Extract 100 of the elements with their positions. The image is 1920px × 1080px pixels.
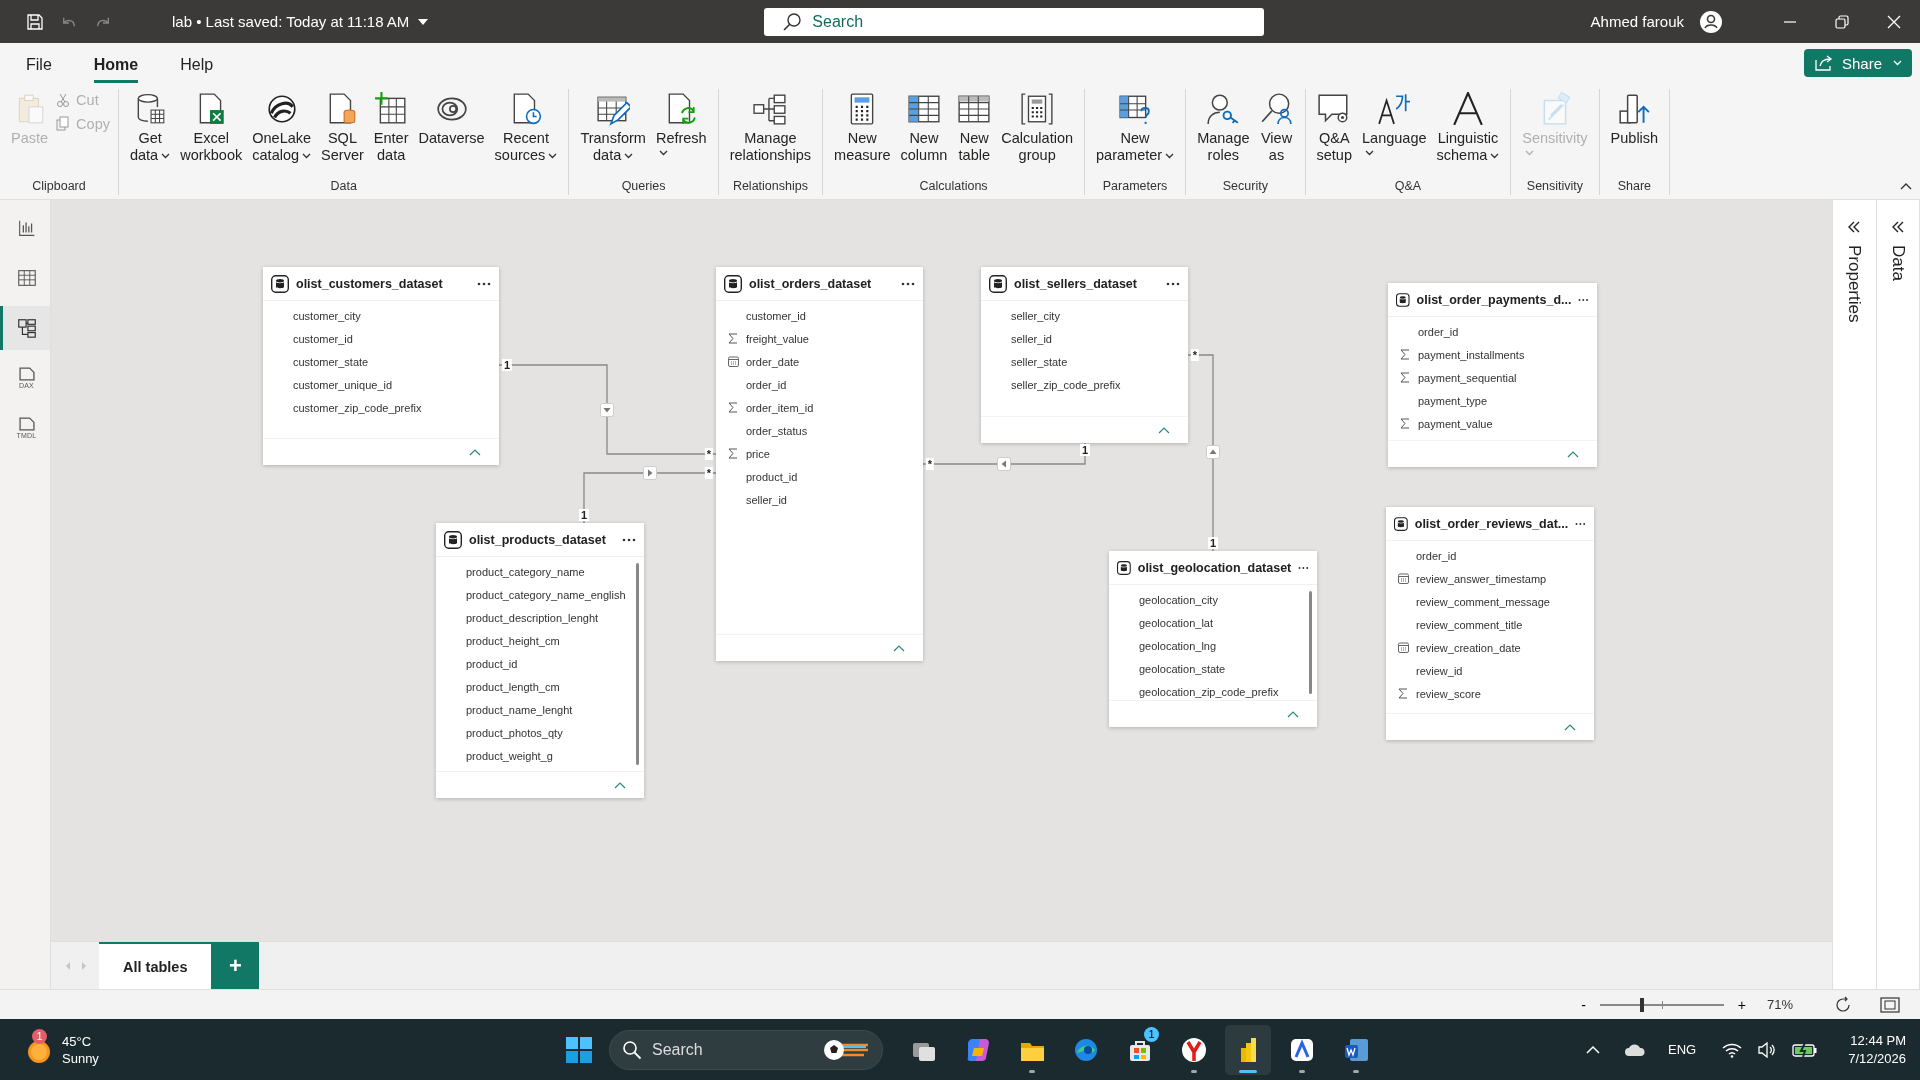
field-name[interactable]: product_weight_g <box>466 749 553 762</box>
field-name[interactable]: order_id <box>1416 549 1457 562</box>
table-name: olist_sellers_dataset <box>1014 276 1138 291</box>
clock-time[interactable]: 12:44 PM <box>1850 1031 1906 1050</box>
field-name[interactable]: geolocation_lat <box>1139 616 1213 629</box>
taskbar-search[interactable]: Search <box>609 1029 883 1070</box>
table-card[interactable]: olist_sellers_dataset seller_city seller_id seller_state seller_zip_code_prefix <box>981 267 1188 443</box>
field-name[interactable]: product_description_lenght <box>466 611 599 624</box>
table-card[interactable]: olist_customers_dataset customer_city customer_id customer_state customer_unique_id customer_zip_code_prefix <box>263 267 499 465</box>
ribbon-button[interactable]: Linguistic schema <box>1431 89 1505 166</box>
field-name[interactable]: geolocation_lng <box>1139 639 1217 652</box>
relationship-line[interactable] <box>922 442 1086 465</box>
input-language[interactable]: ENG <box>1668 1042 1697 1057</box>
add-page-button[interactable]: + <box>211 942 260 989</box>
field-name[interactable]: payment_installments <box>1418 348 1525 361</box>
ribbon-button[interactable]: Transform data <box>575 89 651 166</box>
field-name[interactable]: seller_zip_code_prefix <box>1011 378 1121 391</box>
field-name[interactable]: review_comment_message <box>1416 595 1550 608</box>
ribbon-button[interactable]: New parameter <box>1091 89 1180 166</box>
pane-title[interactable]: Properties <box>1840 245 1869 323</box>
save-icon <box>25 11 45 32</box>
ribbon-button[interactable]: Recent sources <box>489 89 563 166</box>
field-name[interactable]: order_item_id <box>746 401 814 414</box>
field-name[interactable]: price <box>746 447 770 460</box>
ribbon-button[interactable]: Language <box>1357 89 1432 158</box>
scrollbar[interactable] <box>1309 591 1312 694</box>
notification-badge: 1 <box>1144 1026 1159 1042</box>
field-name[interactable]: geolocation_city <box>1139 593 1218 606</box>
field-name[interactable]: order_id <box>1418 325 1459 338</box>
field-name[interactable]: product_name_lenght <box>466 703 573 716</box>
ribbon-button[interactable]: New column <box>895 89 953 166</box>
field-name[interactable]: customer_id <box>293 332 353 345</box>
field-name[interactable]: product_length_cm <box>466 680 560 693</box>
ribbon-button[interactable]: Manage roles <box>1192 89 1255 166</box>
field-name[interactable]: customer_unique_id <box>293 378 393 391</box>
field-name[interactable]: product_id <box>746 470 798 483</box>
field-name[interactable]: geolocation_zip_code_prefix <box>1139 685 1279 698</box>
field-name[interactable]: product_photos_qty <box>466 726 563 739</box>
field-name[interactable]: customer_zip_code_prefix <box>293 401 422 414</box>
field-name[interactable]: order_status <box>746 424 808 437</box>
field-name[interactable]: product_id <box>466 657 518 670</box>
scrollbar[interactable] <box>636 563 639 765</box>
field-name[interactable]: review_answer_timestamp <box>1416 572 1547 585</box>
slider-thumb[interactable] <box>1639 997 1644 1012</box>
ribbon-button[interactable]: Q&A setup <box>1311 89 1357 166</box>
ribbon-button[interactable]: Manage relationships <box>724 89 817 166</box>
menu-tab[interactable]: Home <box>93 47 139 83</box>
ribbon-button[interactable]: New table <box>952 89 997 166</box>
field-name[interactable]: product_category_name <box>466 565 585 578</box>
field-name[interactable]: product_category_name_english <box>466 588 626 601</box>
field-name[interactable]: customer_id <box>746 309 806 322</box>
taskbar-app[interactable]: 1 <box>1117 1024 1163 1075</box>
field-name[interactable]: seller_city <box>1011 309 1060 322</box>
field-name[interactable]: customer_city <box>293 309 361 322</box>
field-name[interactable]: review_creation_date <box>1416 641 1521 654</box>
ribbon-button[interactable]: Refresh <box>650 89 712 158</box>
field-name[interactable]: order_date <box>746 355 800 368</box>
field-name[interactable]: payment_sequential <box>1418 371 1517 384</box>
field-name[interactable]: seller_id <box>1011 332 1052 345</box>
table-icon <box>989 274 1007 293</box>
field-name[interactable]: customer_state <box>293 355 369 368</box>
ribbon-button[interactable]: New measure <box>829 89 896 166</box>
page-tab[interactable]: All tables <box>99 942 212 989</box>
ribbon-button[interactable]: Get data <box>124 89 176 166</box>
table-card[interactable]: olist_order_reviews_dat... order_id review_answer_timestamp review_comment_message review_comment_title review_creation_date review_id review_score <box>1386 507 1594 740</box>
ribbon-button[interactable]: Publish <box>1605 89 1664 149</box>
ribbon-button[interactable]: View as <box>1254 89 1299 166</box>
zoom-in-button[interactable]: + <box>1733 996 1750 1013</box>
field-name[interactable]: seller_id <box>746 493 787 506</box>
field-name[interactable]: order_id <box>746 378 787 391</box>
table-card[interactable] <box>436 523 644 798</box>
ribbon-button[interactable]: OneLake catalog <box>247 89 317 166</box>
clock-date[interactable]: 7/12/2026 <box>1848 1049 1906 1068</box>
menu-tab[interactable]: Help <box>180 47 214 83</box>
field-name[interactable]: freight_value <box>746 332 809 345</box>
field-name[interactable]: review_id <box>1416 664 1463 677</box>
cardinality-label: 1 <box>501 359 513 371</box>
table-card[interactable]: olist_orders_dataset customer_id freight_value order_date order_id order_item_id order_status price product_id seller_id <box>716 267 923 661</box>
taskbar-app[interactable] <box>1225 1024 1271 1075</box>
field-name[interactable]: review_score <box>1416 687 1481 700</box>
field-name[interactable]: product_height_cm <box>466 634 560 647</box>
field-name[interactable]: review_comment_title <box>1416 618 1523 631</box>
table-card[interactable]: olist_geolocation_dataset geolocation_city geolocation_lat geolocation_lng geolocation_state geolocation_zip_code_prefix <box>1109 551 1317 727</box>
menu-tab[interactable]: File <box>26 47 52 83</box>
relationship-line[interactable] <box>583 472 717 524</box>
view-button[interactable] <box>0 306 50 350</box>
table-card[interactable]: olist_order_payments_d... order_id payment_installments payment_sequential payment_type payment_value <box>1388 283 1597 467</box>
ribbon-button[interactable]: Calculation group <box>996 89 1079 166</box>
share-button[interactable]: Share <box>1803 49 1912 77</box>
ribbon-button[interactable]: Dataverse <box>413 89 490 149</box>
zoom-out-button[interactable]: - <box>1577 996 1590 1013</box>
field-name[interactable]: payment_value <box>1418 417 1493 430</box>
field-name[interactable]: seller_state <box>1011 355 1068 368</box>
ribbon-button[interactable]: SQL Server <box>316 89 369 166</box>
field-name[interactable]: payment_type <box>1418 394 1488 407</box>
search-field[interactable]: Search <box>764 7 1265 36</box>
pane-title[interactable]: Data <box>1883 245 1912 281</box>
ribbon-button[interactable]: Enter data <box>368 89 414 166</box>
ribbon-button[interactable]: Excel workbook <box>175 89 248 166</box>
field-name[interactable]: geolocation_state <box>1139 662 1226 675</box>
